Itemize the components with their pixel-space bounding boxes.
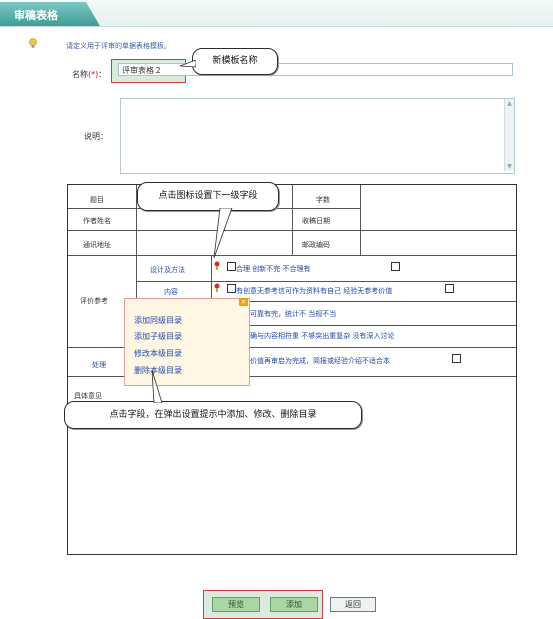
menu-add-sibling[interactable]: 添加同级目录 bbox=[134, 315, 182, 326]
close-icon[interactable]: × bbox=[239, 298, 248, 306]
cell-postcode[interactable]: 邮政编码 bbox=[302, 240, 330, 250]
required-mark: (*) bbox=[88, 70, 99, 79]
option-text: 有创意无参考信可作为资料有自己 经验无参考价值 bbox=[236, 287, 393, 295]
option-text: 利用价值再审启为完成，简报或经验介绍不适合本 bbox=[236, 357, 390, 365]
cell-design-method[interactable]: 设计及方法 bbox=[150, 265, 185, 275]
callout-set-next-level: 点击图标设置下一级字段 bbox=[137, 182, 279, 211]
cell-specific-opinion[interactable]: 具体意见 bbox=[74, 391, 102, 401]
cell-address[interactable]: 通讯地址 bbox=[83, 240, 111, 250]
callout-pointer bbox=[151, 370, 163, 403]
option-checkbox[interactable] bbox=[227, 262, 236, 271]
context-menu: × 添加同级目录 添加子级目录 修改本级目录 删除本级目录 bbox=[124, 298, 250, 386]
scroll-up-icon[interactable]: ▲ bbox=[506, 100, 513, 107]
add-subfield-icon[interactable] bbox=[214, 283, 220, 293]
page-title: 审稿表格 bbox=[14, 9, 58, 22]
cell-author-name[interactable]: 作者姓名 bbox=[83, 216, 111, 226]
callout-new-template-name: 新模板名称 bbox=[192, 48, 278, 75]
preview-button[interactable]: 预览 bbox=[212, 597, 260, 612]
cell-content[interactable]: 内容 bbox=[164, 287, 178, 297]
name-label: 名称(*)： bbox=[72, 70, 107, 79]
menu-edit-current[interactable]: 修改本级目录 bbox=[134, 348, 182, 359]
callout-pointer bbox=[180, 60, 196, 68]
callout-pointer bbox=[213, 208, 233, 258]
back-button[interactable]: 返回 bbox=[330, 597, 376, 612]
desc-label: 说明： bbox=[84, 132, 108, 141]
cell-word-count[interactable]: 字数 bbox=[316, 195, 330, 205]
menu-add-child[interactable]: 添加子级目录 bbox=[134, 331, 182, 342]
name-input[interactable]: 评审表格２ bbox=[118, 63, 513, 76]
callout-click-field: 点击字段，在弹出设置提示中添加、修改、删除目录 bbox=[64, 401, 362, 429]
add-button[interactable]: 添加 bbox=[270, 597, 318, 612]
scroll-down-icon[interactable]: ▼ bbox=[506, 163, 513, 170]
add-subfield-icon[interactable] bbox=[214, 261, 220, 271]
option-checkbox[interactable] bbox=[452, 354, 461, 363]
option-checkbox[interactable] bbox=[391, 262, 400, 271]
option-text: 合理 创新不完 不合理有 bbox=[236, 265, 311, 273]
option-text: 点明确与内容相符重 不够突出重复杂 没有深入讨论 bbox=[236, 332, 395, 340]
option-checkbox[interactable] bbox=[227, 284, 236, 293]
hint-text: 请定义用于评审的单据表格模板。 bbox=[66, 42, 171, 50]
scrollbar[interactable]: ▲ ▼ bbox=[504, 99, 514, 171]
option-text: 结构可靠有完，统计不 当规不当 bbox=[236, 310, 337, 318]
cell-received-date[interactable]: 收稿日期 bbox=[302, 216, 330, 226]
description-textarea[interactable]: ▲ ▼ bbox=[120, 98, 515, 174]
cell-evaluation[interactable]: 评价参考 bbox=[80, 296, 108, 306]
button-highlight-group: 预览 添加 bbox=[203, 590, 323, 619]
cell-title[interactable]: 题目 bbox=[90, 195, 104, 205]
cell-processing[interactable]: 处理 bbox=[92, 360, 106, 370]
lightbulb-icon bbox=[29, 38, 37, 48]
option-checkbox[interactable] bbox=[445, 284, 454, 293]
